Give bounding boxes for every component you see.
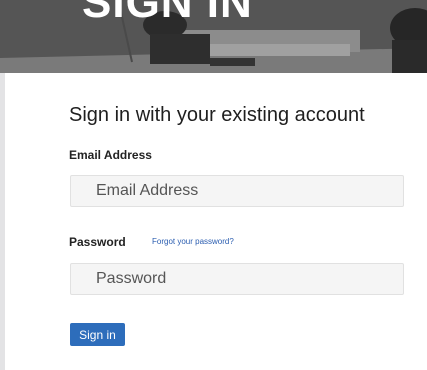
sign-in-button[interactable]: Sign in	[70, 323, 125, 346]
email-label: Email Address	[69, 148, 152, 162]
forgot-password-link[interactable]: Forgot your password?	[152, 237, 234, 246]
password-label: Password	[69, 235, 126, 249]
hero-title: SIGN IN	[82, 0, 253, 27]
email-field[interactable]	[70, 175, 404, 207]
hero-banner: SIGN IN	[0, 0, 427, 73]
password-field[interactable]	[70, 263, 404, 295]
form-heading: Sign in with your existing account	[69, 104, 365, 126]
sign-in-card: Sign in with your existing account Email…	[5, 73, 427, 370]
